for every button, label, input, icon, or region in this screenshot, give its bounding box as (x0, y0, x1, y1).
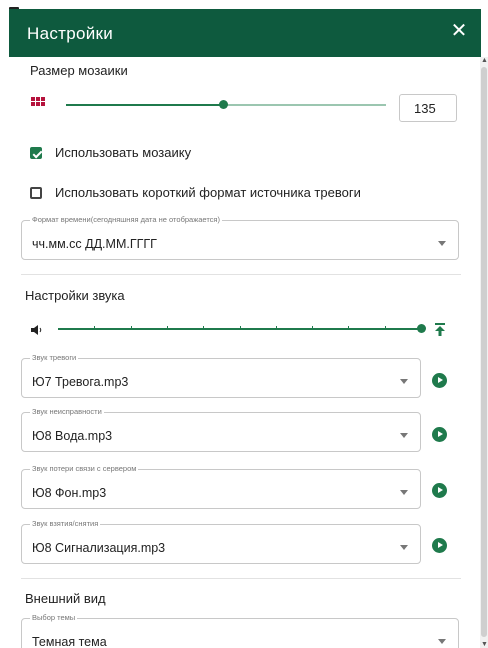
play-connection-loss-sound-button[interactable] (432, 483, 447, 498)
divider (21, 578, 461, 579)
time-format-value: чч.мм.сс ДД.ММ.ГГГГ (32, 237, 157, 251)
arming-sound-select[interactable]: Звук взятия/снятия Ю8 Сигнализация.mp3 (21, 519, 421, 564)
close-icon[interactable]: ✕ (449, 21, 469, 41)
short-format-label: Использовать короткий формат источника т… (55, 185, 361, 200)
chevron-down-icon[interactable] (400, 433, 408, 438)
fault-sound-legend: Звук неисправности (30, 407, 104, 416)
connection-loss-sound-legend: Звук потери связи с сервером (30, 464, 139, 473)
volume-tick (348, 326, 350, 330)
scrollbar-thumb[interactable] (481, 67, 487, 637)
short-format-checkbox-row[interactable]: Использовать короткий формат источника т… (30, 185, 361, 200)
volume-tick (239, 326, 241, 330)
connection-loss-sound-value: Ю8 Фон.mp3 (32, 486, 107, 500)
volume-tick (94, 326, 96, 330)
theme-select[interactable]: Выбор темы Темная тема (21, 613, 459, 648)
chevron-down-icon[interactable] (400, 545, 408, 550)
alarm-sound-legend: Звук тревоги (30, 353, 79, 362)
volume-tick (166, 326, 168, 330)
arming-sound-legend: Звук взятия/снятия (30, 519, 101, 528)
volume-tick (130, 326, 132, 330)
settings-panel: Размер мозаики 135 Использовать мозаику … (9, 57, 481, 648)
use-mosaic-label: Использовать мозаику (55, 145, 192, 160)
divider (21, 274, 461, 275)
scroll-up-icon[interactable]: ▲ (481, 57, 488, 64)
short-format-checkbox[interactable] (30, 186, 42, 199)
play-arming-sound-button[interactable] (432, 538, 447, 553)
arming-sound-value: Ю8 Сигнализация.mp3 (32, 541, 166, 555)
theme-value: Темная тема (32, 635, 107, 648)
use-mosaic-checkbox-row[interactable]: Использовать мозаику (30, 145, 191, 160)
volume-tick (275, 326, 277, 330)
max-volume-icon[interactable] (434, 323, 446, 337)
time-format-select[interactable]: Формат времени(сегодняшняя дата не отобр… (21, 215, 459, 260)
mosaic-size-slider-knob[interactable] (218, 100, 228, 109)
volume-slider-knob[interactable] (417, 324, 426, 333)
fault-sound-select[interactable]: Звук неисправности Ю8 Вода.mp3 (21, 407, 421, 452)
scrollbar[interactable]: ▲ ▼ (480, 57, 488, 648)
mosaic-size-title: Размер мозаики (30, 63, 128, 78)
dialog-header: Настройки ✕ (9, 9, 481, 57)
dialog-title: Настройки (27, 24, 114, 43)
mosaic-size-slider-fill (66, 104, 223, 106)
fault-sound-value: Ю8 Вода.mp3 (32, 429, 113, 443)
volume-tick (384, 326, 386, 330)
alarm-sound-value: Ю7 Тревога.mp3 (32, 375, 129, 389)
sound-settings-title: Настройки звука (25, 288, 125, 303)
mosaic-icon (31, 97, 45, 106)
theme-legend: Выбор темы (30, 613, 78, 622)
connection-loss-sound-select[interactable]: Звук потери связи с сервером Ю8 Фон.mp3 (21, 464, 421, 509)
chevron-down-icon[interactable] (400, 379, 408, 384)
use-mosaic-checkbox[interactable] (30, 146, 42, 159)
alarm-sound-select[interactable]: Звук тревоги Ю7 Тревога.mp3 (21, 353, 421, 398)
volume-tick (203, 326, 205, 330)
volume-icon[interactable] (31, 325, 43, 335)
chevron-down-icon[interactable] (438, 241, 446, 246)
play-fault-sound-button[interactable] (432, 427, 447, 442)
scroll-down-icon[interactable]: ▼ (481, 641, 488, 648)
appearance-title: Внешний вид (25, 591, 106, 606)
time-format-legend: Формат времени(сегодняшняя дата не отобр… (30, 215, 222, 224)
mosaic-size-input[interactable]: 135 (399, 94, 457, 122)
chevron-down-icon[interactable] (400, 490, 408, 495)
play-alarm-sound-button[interactable] (432, 373, 447, 388)
volume-tick (312, 326, 314, 330)
chevron-down-icon[interactable] (438, 639, 446, 644)
